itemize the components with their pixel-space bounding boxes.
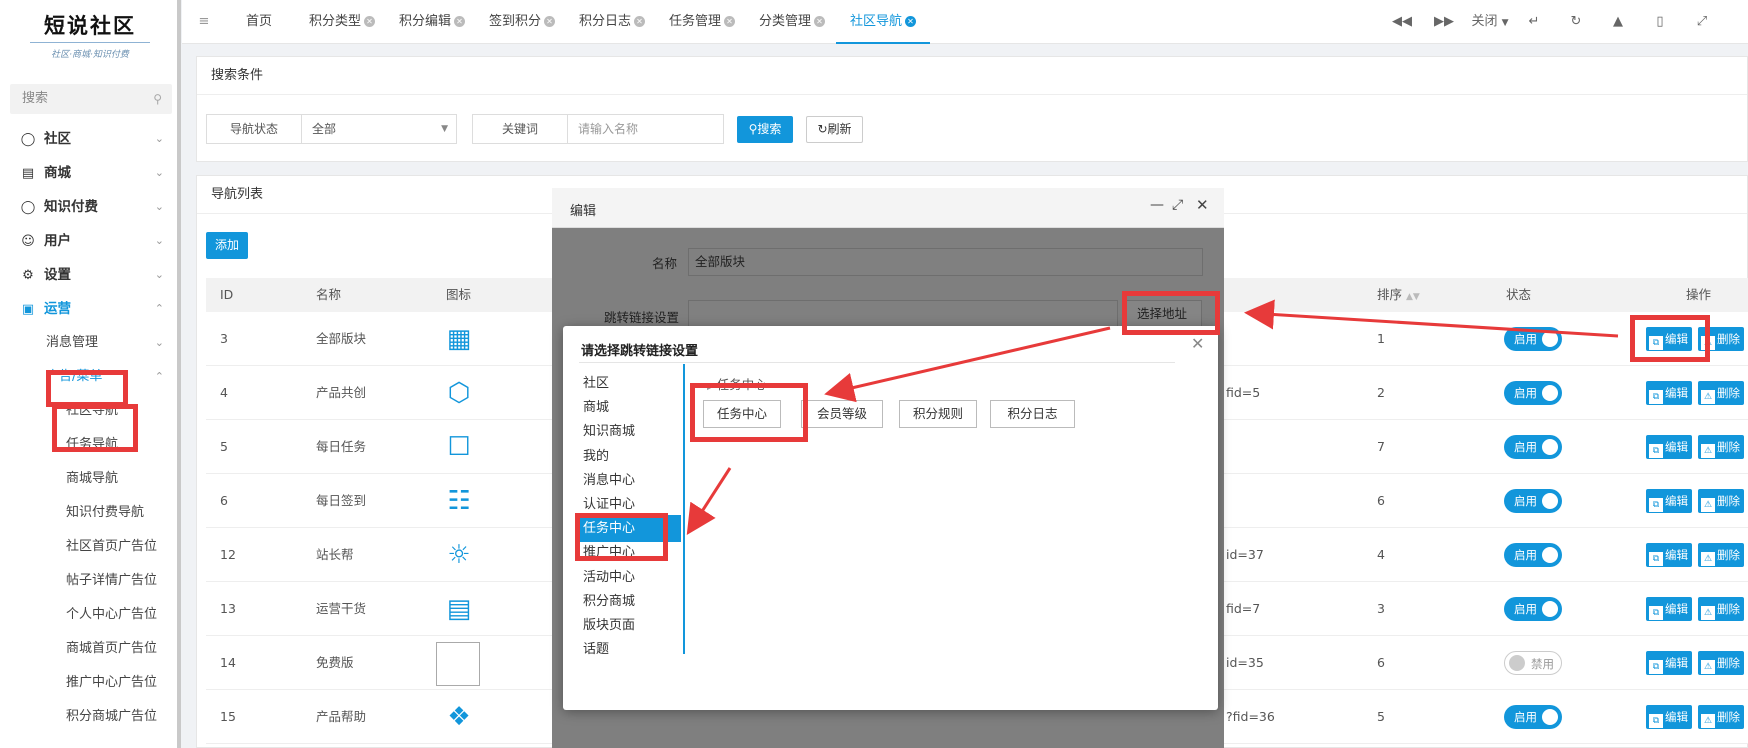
annotation-arrow-edit	[1244, 299, 1619, 338]
annotation-arrow-choose	[824, 326, 1111, 403]
annotation-arrows	[686, 299, 1619, 536]
annotation-arrow-task	[686, 467, 732, 536]
